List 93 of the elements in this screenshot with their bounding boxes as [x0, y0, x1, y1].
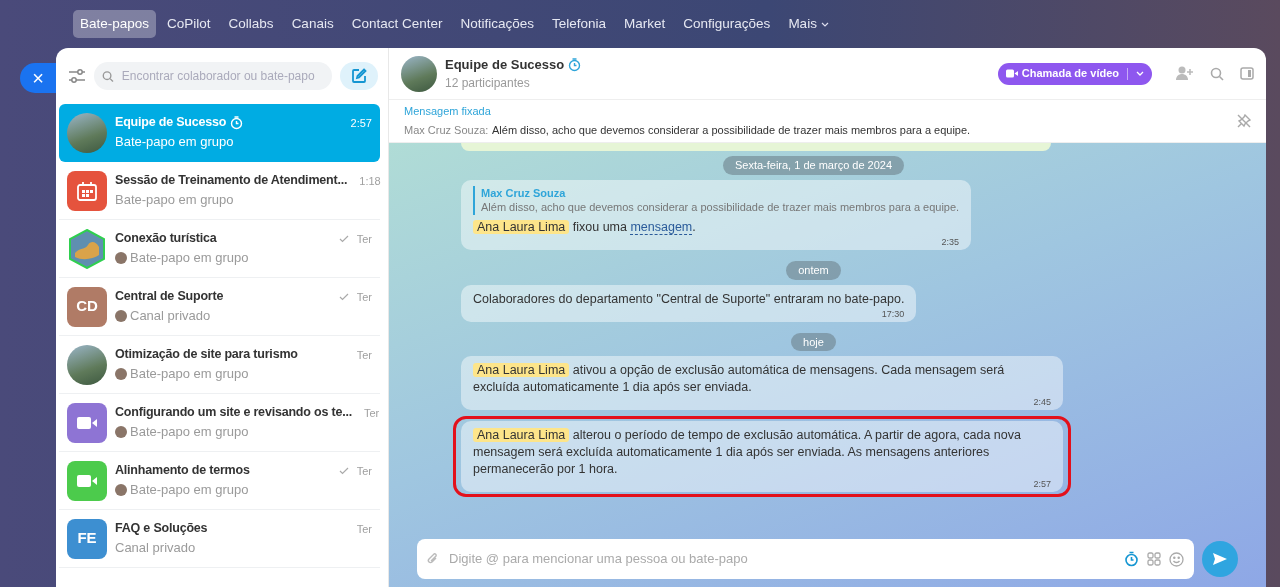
date-label: Sexta-feira, 1 de março de 2024 — [722, 156, 905, 175]
chat-list-item[interactable]: Otimização de site para turismo Ter Bate-papo em grupo — [59, 336, 380, 394]
nav-tab[interactable]: Telefonia — [545, 9, 614, 39]
user-mention[interactable]: Ana Laura Lima — [473, 428, 570, 443]
chat-name: Sessão de Treinamento de Atendiment... — [115, 172, 348, 190]
chat-time: Ter — [364, 405, 380, 421]
search-icon[interactable] — [1210, 66, 1224, 81]
search-field[interactable]: Encontrar colaborador ou bate-papo — [94, 62, 332, 90]
more-menu[interactable]: Mais — [781, 9, 836, 39]
paperclip-icon[interactable] — [427, 552, 439, 566]
pinned-label: Mensagem fixada — [404, 104, 492, 119]
chat-subtitle: Bate-papo em grupo — [115, 191, 234, 210]
nav-tab[interactable]: Collabs — [221, 9, 281, 39]
quoted-message[interactable]: Max Cruz Souza Além disso, acho que devemos considerar a possibilidade de trazer mais membros para a equipe. — [473, 185, 960, 216]
nav-tab[interactable]: Configurações — [676, 9, 778, 39]
chat-name: Central de Suporte — [115, 288, 224, 306]
message-time: 2:57 — [1033, 477, 1051, 490]
chat-time: Ter — [356, 289, 372, 305]
side-panel-icon[interactable] — [1240, 67, 1254, 80]
message-text: Ana Laura Lima fixou uma mensagem. — [473, 219, 960, 237]
chat-name: Otimização de site para turismo — [115, 346, 298, 364]
compose-icon — [351, 68, 367, 84]
video-camera-icon — [77, 415, 97, 430]
chat-subtitle: Bate-papo em grupo — [130, 423, 249, 442]
timer-icon[interactable] — [1124, 551, 1139, 567]
add-user-icon[interactable] — [1176, 66, 1194, 81]
message-time: 2:35 — [941, 236, 960, 249]
video-camera-icon — [1005, 69, 1018, 78]
nav-tab[interactable]: Contact Center — [344, 9, 450, 39]
chat-name: Alinhamento de termos — [115, 462, 250, 480]
chat-time: Ter — [356, 521, 372, 537]
chat-subtitle: Bate-papo em grupo — [130, 365, 249, 384]
video-call-button[interactable]: Chamada de vídeo — [997, 62, 1152, 85]
pinned-message-text[interactable]: Além disso, acho que devemos considerar a possibilidade de trazer mais membros para a equipe. — [492, 123, 971, 136]
chat-time: 2:57 — [350, 115, 372, 131]
quote-author: Max Cruz Souza — [481, 185, 567, 201]
chat-subtitle: Bate-papo em grupo — [130, 249, 249, 268]
chat-name: Configurando um site e revisando os te... — [115, 404, 352, 422]
pinned-author: Max Cruz Souza: — [404, 123, 489, 136]
chat-title: Equipe de Sucesso — [445, 55, 565, 74]
member-count: 12 participantes — [445, 75, 531, 93]
date-label: ontem — [786, 261, 841, 280]
chat-list-item[interactable]: Sessão de Treinamento de Atendiment... 1:18 Bate-papo em grupo — [59, 162, 380, 220]
date-label: hoje — [791, 332, 836, 352]
nav-tab[interactable]: CoPilot — [160, 9, 218, 39]
chat-list-item[interactable]: Configurando um site e revisando os te... Ter Bate-papo em grupo — [59, 394, 380, 452]
chat-name: Conexão turística — [115, 230, 217, 248]
emoji-icon[interactable] — [1169, 551, 1184, 567]
close-button[interactable]: × — [20, 63, 56, 93]
caret-icon — [820, 21, 829, 27]
nav-tab[interactable]: Bate-papos — [73, 9, 157, 39]
message-time: 17:30 — [881, 307, 905, 320]
user-mention[interactable]: Ana Laura Lima — [473, 363, 570, 378]
chat-list-item[interactable]: Alinhamento de termos Ter Bate-papo em grupo — [59, 452, 380, 510]
group-photo — [401, 55, 437, 92]
message-time: 2:45 — [1033, 395, 1051, 409]
chat-time: Ter — [356, 463, 372, 479]
initials-avatar: CD — [67, 286, 107, 327]
video-camera-icon — [77, 473, 97, 488]
compose-button[interactable] — [340, 62, 378, 90]
group-photo — [67, 344, 107, 385]
chat-list-item[interactable]: CD Central de Suporte Ter Canal privado — [59, 278, 380, 336]
calendar-icon — [76, 180, 98, 201]
unpin-icon[interactable] — [1237, 114, 1251, 128]
apps-grid-icon[interactable] — [1147, 552, 1161, 566]
chat-time: Ter — [356, 231, 372, 247]
search-icon — [102, 69, 114, 83]
chat-subtitle: Bate-papo em grupo — [115, 133, 234, 152]
nav-tab[interactable]: Canais — [284, 9, 341, 39]
quote-text: Além disso, acho que devemos considerar a possibilidade de trazer mais membros para a equipe. — [481, 200, 960, 216]
composer-bar[interactable]: Digite @ para mencionar uma pessoa ou bate-papo — [417, 539, 1194, 579]
send-icon — [1212, 552, 1228, 566]
chat-list-item[interactable]: FE FAQ e Soluções Ter Canal privado — [59, 510, 380, 568]
caret-icon — [1136, 71, 1144, 76]
chat-time: 1:18 — [359, 173, 381, 189]
group-photo — [67, 112, 107, 153]
message-text: Ana Laura Lima alterou o período de tempo de exclusão automática. A partir de agora, cada nova mensagem será excluída automaticamente 1 dia após ser enviada. As mensagens anteriores permanecerão por 1 hora. — [473, 427, 1022, 478]
filter-icon[interactable] — [68, 68, 86, 84]
initials-avatar: FE — [67, 518, 107, 559]
message-text: Ana Laura Lima ativou a opção de exclusão automática de mensagens. Cada mensagem será excluída automaticamente 1 dia após ser enviada. — [473, 362, 1006, 396]
nav-tab[interactable]: Notificações — [453, 9, 541, 39]
hexagon-avatar — [67, 228, 107, 269]
send-button[interactable] — [1202, 541, 1238, 577]
chat-subtitle: Bate-papo em grupo — [130, 481, 249, 500]
chat-subtitle: Canal privado — [115, 539, 196, 558]
chat-name: FAQ e Soluções — [115, 520, 208, 538]
chat-name: Equipe de Sucesso — [115, 114, 227, 132]
nav-tab[interactable]: Market — [617, 9, 673, 39]
message-text: Colaboradores do departamento "Central de Suporte" entraram no bate-papo. — [473, 290, 905, 308]
chat-list-item[interactable]: Conexão turística Ter Bate-papo em grupo — [59, 220, 380, 278]
user-mention[interactable]: Ana Laura Lima — [473, 220, 570, 235]
chat-time: Ter — [356, 347, 372, 363]
chat-subtitle: Canal privado — [130, 307, 211, 326]
